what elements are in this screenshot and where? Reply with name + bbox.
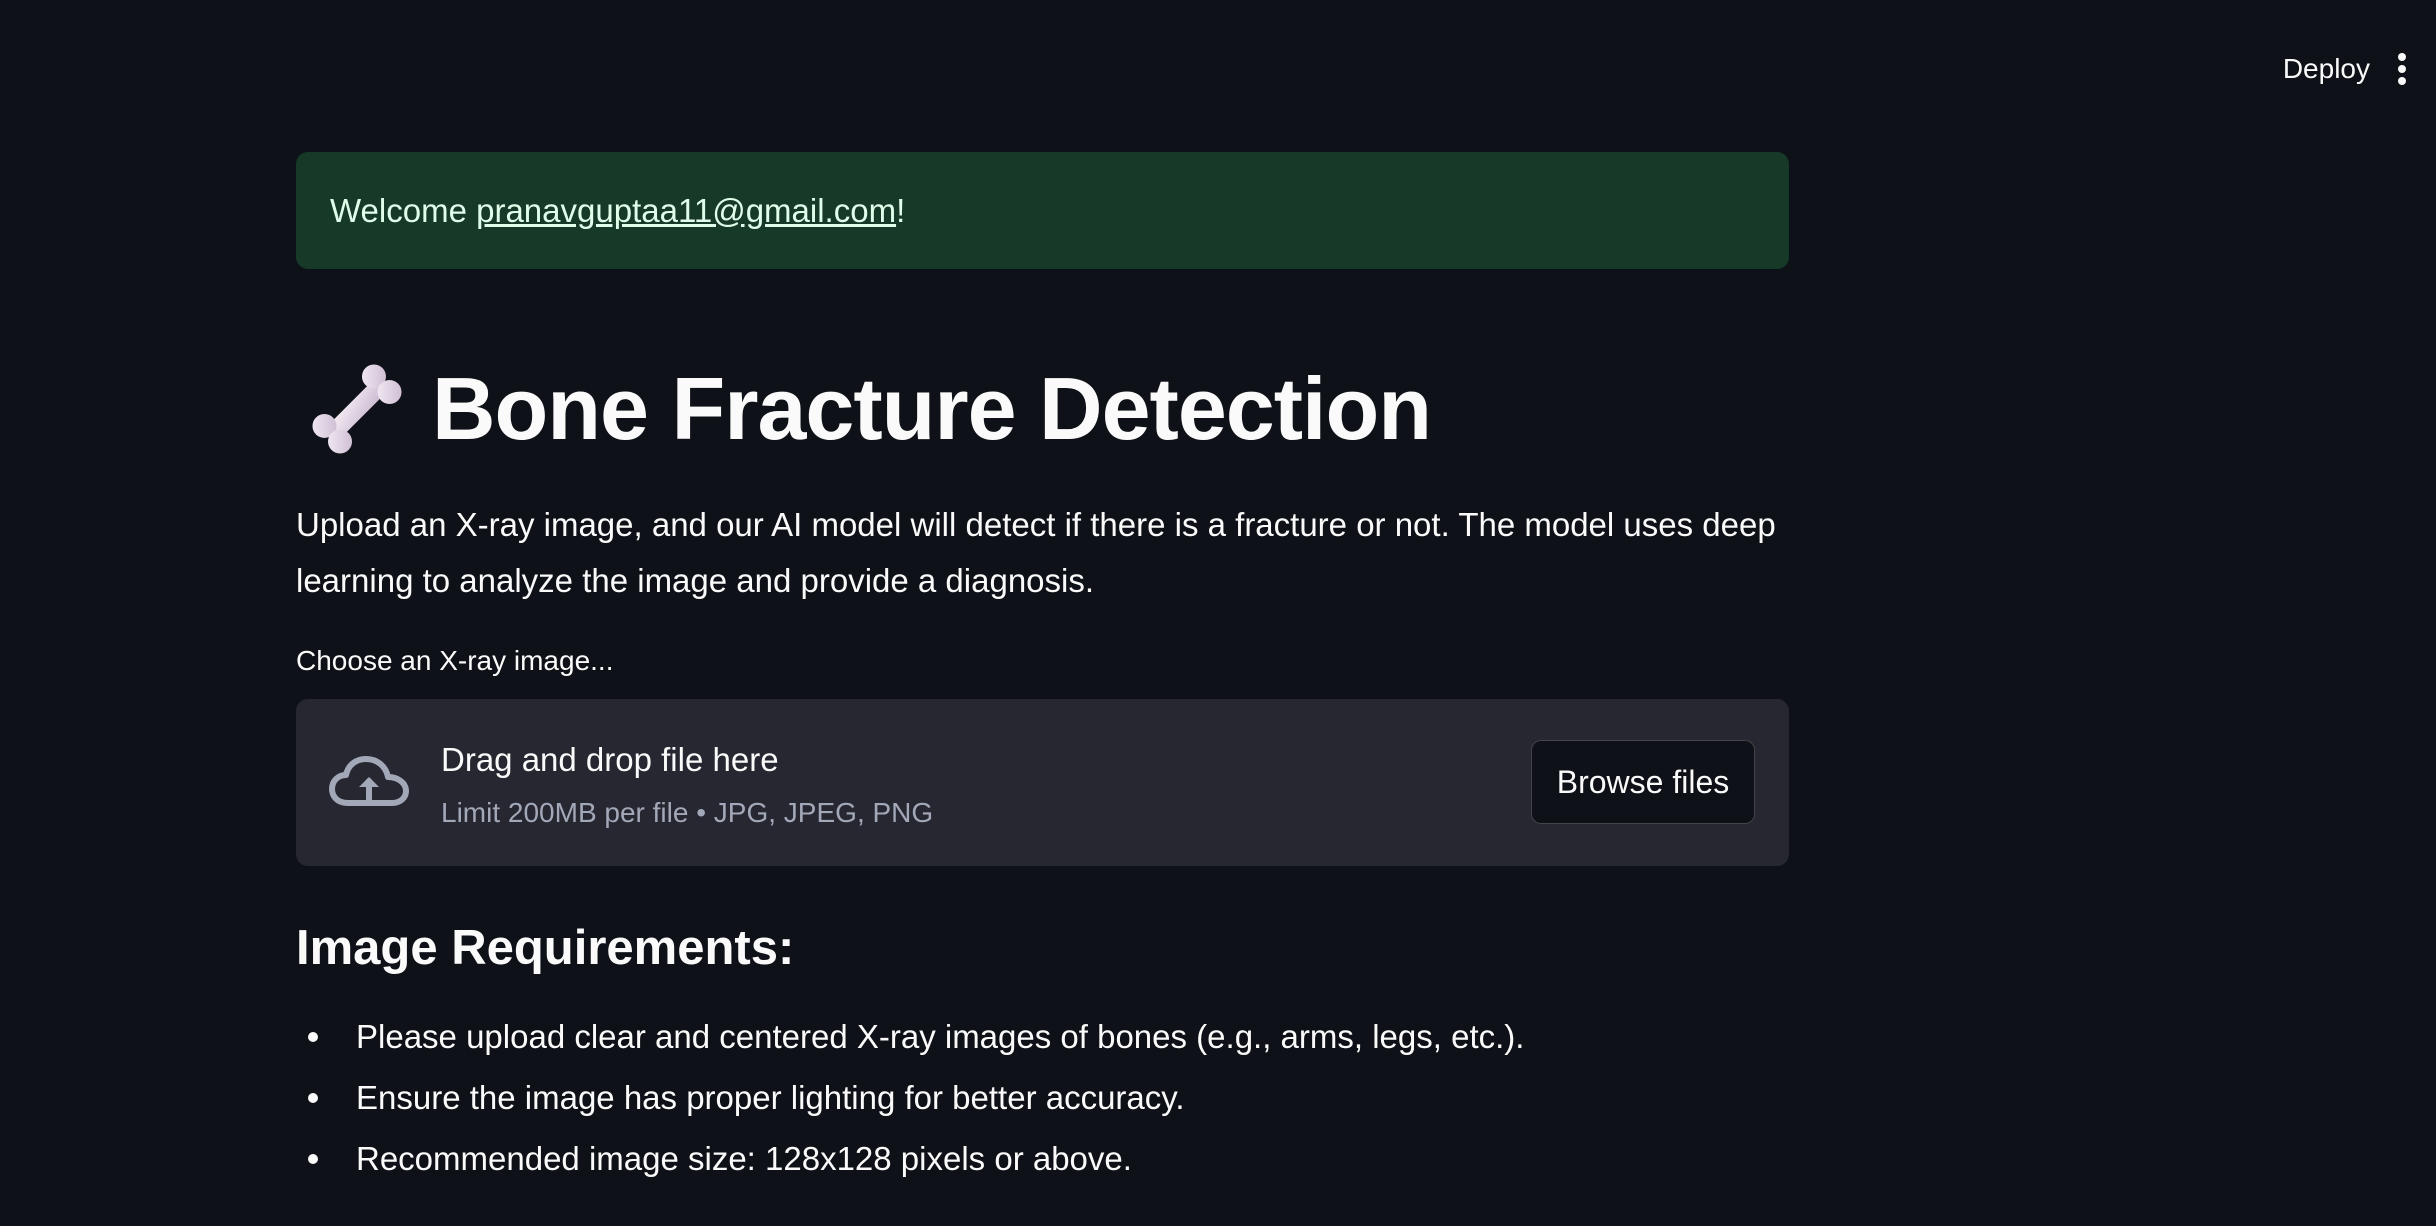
page-title: Bone Fracture Detection xyxy=(432,359,1432,458)
welcome-prefix: Welcome xyxy=(330,191,477,229)
app-toolbar: Deploy xyxy=(2036,0,2436,140)
cloud-upload-icon xyxy=(329,756,409,806)
vertical-ellipsis-icon xyxy=(2398,53,2406,85)
list-item: Recommended image size: 128x128 pixels o… xyxy=(296,1128,1789,1189)
file-dropzone[interactable]: Drag and drop file here Limit 200MB per … xyxy=(296,699,1789,866)
title-row: Bone Fracture Detection xyxy=(296,349,1789,469)
main-menu-button[interactable] xyxy=(2390,50,2414,90)
welcome-suffix: ! xyxy=(896,191,906,229)
browse-files-button[interactable]: Browse files xyxy=(1531,740,1755,824)
requirements-list: Please upload clear and centered X-ray i… xyxy=(296,1006,1789,1189)
deploy-button[interactable]: Deploy xyxy=(2283,45,2370,93)
welcome-alert: Welcome pranavguptaa11@gmail.com! xyxy=(296,152,1789,269)
uploader-label: Choose an X-ray image... xyxy=(296,645,614,676)
intro-text: Upload an X-ray image, and our AI model … xyxy=(296,506,1776,599)
bone-icon xyxy=(312,364,402,454)
list-item: Please upload clear and centered X-ray i… xyxy=(296,1006,1789,1067)
list-item: Ensure the image has proper lighting for… xyxy=(296,1067,1789,1128)
dropzone-limits: Limit 200MB per file • JPG, JPEG, PNG xyxy=(441,797,934,828)
main-content: Welcome pranavguptaa11@gmail.com! Bone F… xyxy=(296,152,1789,1189)
dropzone-instructions: Drag and drop file here xyxy=(441,741,779,778)
user-email-link[interactable]: pranavguptaa11@gmail.com xyxy=(476,192,896,230)
requirements-heading: Image Requirements: xyxy=(296,921,795,975)
